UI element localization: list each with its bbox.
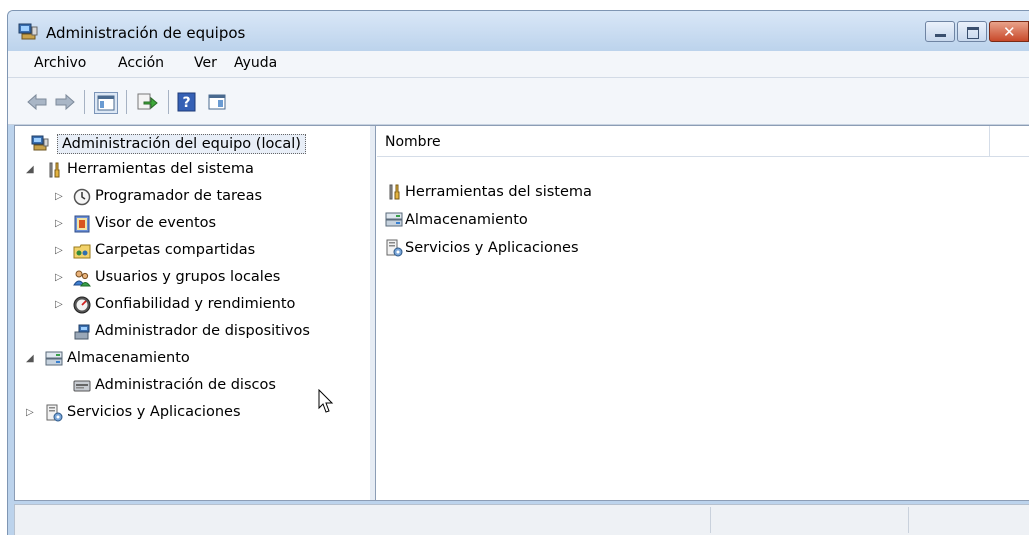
tree-node-shared-folders[interactable]: ▷ Carpetas compartidas — [23, 239, 363, 263]
tree-node-storage[interactable]: ◢ Almacenamiento — [23, 347, 363, 371]
tree-node-device-manager[interactable]: Administrador de dispositivos — [23, 320, 363, 344]
tree-label: Visor de eventos — [95, 215, 217, 231]
tree-node-local-users[interactable]: ▷ Usuarios y grupos locales — [23, 266, 363, 290]
main-content: Administración del equipo (local) ◢ Herr… — [14, 125, 1029, 501]
menu-bar: Archivo Acción Ver Ayuda — [8, 51, 1029, 78]
forward-arrow-icon[interactable] — [54, 92, 76, 112]
title-bar[interactable]: Administración de equipos ✕ — [8, 11, 1029, 51]
menu-ver[interactable]: Ver — [194, 55, 217, 71]
tree-label: Carpetas compartidas — [95, 242, 256, 258]
toolbar-separator — [126, 90, 127, 114]
close-button[interactable]: ✕ — [989, 21, 1029, 42]
show-hide-action-pane-icon[interactable] — [206, 92, 228, 112]
mouse-cursor-icon — [318, 389, 334, 413]
tools-icon — [389, 184, 400, 200]
tree-label: Servicios y Aplicaciones — [67, 404, 241, 420]
list-item-label: Servicios y Aplicaciones — [405, 240, 579, 256]
toolbar-separator — [84, 90, 85, 114]
status-divider — [710, 507, 711, 533]
minimize-icon — [935, 34, 946, 37]
expanded-arrow-icon[interactable]: ◢ — [26, 353, 34, 364]
results-pane: Nombre Herramientas del sistema Almacena… — [377, 126, 1029, 500]
collapsed-arrow-icon[interactable]: ▷ — [55, 272, 63, 283]
maximize-icon — [967, 27, 979, 39]
column-header-label: Nombre — [385, 134, 441, 150]
computer-management-icon — [18, 23, 38, 40]
column-divider[interactable] — [989, 126, 990, 156]
tree-node-disk-management[interactable]: Administración de discos — [23, 374, 363, 398]
help-icon[interactable]: ? — [176, 92, 198, 112]
computer-management-window: Administración de equipos ✕ Archivo Acci… — [7, 10, 1029, 535]
list-item-label: Almacenamiento — [405, 212, 528, 228]
expanded-arrow-icon[interactable]: ◢ — [26, 164, 34, 175]
services-icon — [386, 239, 403, 257]
users-icon — [73, 270, 91, 287]
menu-ayuda[interactable]: Ayuda — [234, 55, 277, 71]
show-hide-tree-icon[interactable] — [94, 92, 118, 114]
list-item-label: Herramientas del sistema — [405, 184, 592, 200]
export-list-icon[interactable] — [136, 92, 158, 112]
tree-node-task-scheduler[interactable]: ▷ Programador de tareas — [23, 185, 363, 209]
tree-node-reliability[interactable]: ▷ Confiabilidad y rendimiento — [23, 293, 363, 317]
tree-node-services[interactable]: ▷ Servicios y Aplicaciones — [23, 401, 363, 425]
tree-label: Programador de tareas — [95, 188, 263, 204]
pane-splitter[interactable] — [370, 126, 376, 500]
console-tree: Administración del equipo (local) ◢ Herr… — [15, 126, 371, 500]
minimize-button[interactable] — [925, 21, 955, 42]
tools-icon — [49, 162, 60, 178]
collapsed-arrow-icon[interactable]: ▷ — [55, 245, 63, 256]
caption-buttons: ✕ — [923, 21, 1029, 42]
tree-label: Herramientas del sistema — [67, 161, 254, 177]
event-viewer-icon — [74, 215, 90, 233]
tree-label: Usuarios y grupos locales — [95, 269, 281, 285]
shared-folder-icon — [73, 244, 91, 259]
status-divider — [908, 507, 909, 533]
toolbar-separator — [168, 90, 169, 114]
storage-icon — [385, 212, 403, 227]
close-icon: ✕ — [1003, 23, 1016, 41]
tree-label: Administración de discos — [95, 377, 276, 393]
collapsed-arrow-icon[interactable]: ▷ — [55, 191, 63, 202]
toolbar: ? — [8, 78, 1029, 125]
services-icon — [46, 404, 63, 422]
status-bar — [14, 504, 1029, 535]
storage-icon — [45, 351, 63, 366]
clock-icon — [73, 188, 91, 206]
collapsed-arrow-icon[interactable]: ▷ — [55, 218, 63, 229]
computer-management-icon — [31, 135, 49, 151]
collapsed-arrow-icon[interactable]: ▷ — [26, 407, 34, 418]
disk-management-icon — [73, 380, 91, 392]
maximize-button[interactable] — [957, 21, 987, 42]
tree-label: Almacenamiento — [67, 350, 190, 366]
column-header-name[interactable]: Nombre — [377, 126, 1029, 157]
back-arrow-icon[interactable] — [26, 92, 48, 112]
tree-node-system-tools[interactable]: ◢ Herramientas del sistema — [23, 158, 363, 182]
performance-gauge-icon — [73, 296, 91, 314]
collapsed-arrow-icon[interactable]: ▷ — [55, 299, 63, 310]
tree-label: Administrador de dispositivos — [95, 323, 310, 339]
tree-label: Administración del equipo (local) — [57, 134, 306, 154]
tree-node-event-viewer[interactable]: ▷ Visor de eventos — [23, 212, 363, 236]
device-manager-icon — [74, 324, 90, 340]
menu-archivo[interactable]: Archivo — [34, 55, 86, 71]
menu-accion[interactable]: Acción — [118, 55, 164, 71]
window-title: Administración de equipos — [46, 24, 246, 42]
svg-text:?: ? — [182, 95, 190, 111]
tree-node-root[interactable]: Administración del equipo (local) — [23, 132, 363, 156]
tree-label: Confiabilidad y rendimiento — [95, 296, 296, 312]
